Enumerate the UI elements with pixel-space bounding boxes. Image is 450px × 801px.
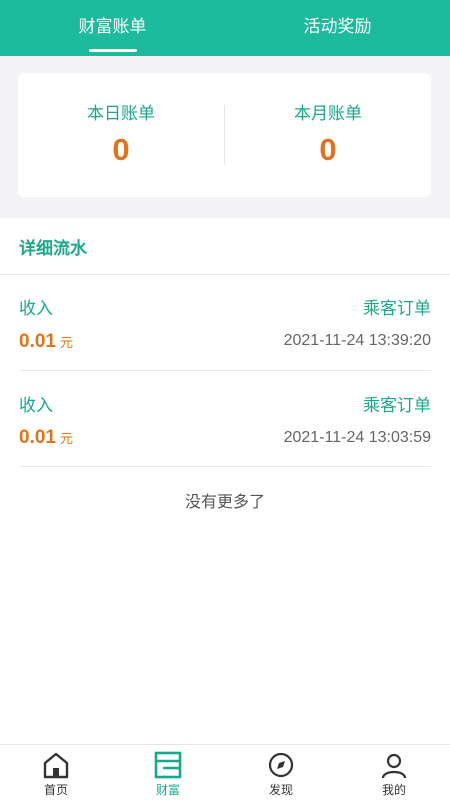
home-icon bbox=[43, 752, 69, 779]
monthly-bill-label: 本月账单 bbox=[294, 104, 362, 124]
compass-icon bbox=[268, 752, 294, 778]
record-amount-value: 0.01 bbox=[19, 427, 56, 448]
daily-bill-value: 0 bbox=[112, 132, 130, 167]
record-amount: 0.01 元 bbox=[19, 427, 73, 449]
monthly-bill-summary[interactable]: 本月账单 0 bbox=[225, 73, 431, 168]
tab-wealth-bill[interactable]: 财富账单 bbox=[0, 0, 225, 56]
record-type: 收入 bbox=[19, 299, 53, 319]
summary-area: 本日账单 0 本月账单 0 bbox=[0, 56, 450, 218]
nav-item-home[interactable]: 首页 bbox=[0, 745, 112, 801]
user-icon bbox=[381, 753, 407, 779]
nav-label-wealth: 财富 bbox=[155, 783, 180, 797]
bottom-nav: 首页 财富 发现 我的 bbox=[0, 744, 450, 801]
tab-activity-reward[interactable]: 活动奖励 bbox=[225, 0, 450, 56]
nav-item-mine[interactable]: 我的 bbox=[338, 745, 450, 801]
record-amount-unit: 元 bbox=[59, 335, 73, 350]
record-time: 2021-11-24 13:03:59 bbox=[283, 429, 431, 446]
record-amount-unit: 元 bbox=[59, 431, 73, 446]
nav-item-wealth[interactable]: 财富 bbox=[112, 745, 224, 801]
top-tab-bar: 财富账单 活动奖励 bbox=[0, 0, 450, 56]
daily-bill-summary[interactable]: 本日账单 0 bbox=[18, 73, 224, 168]
nav-label-discover: 发现 bbox=[268, 783, 293, 797]
wallet-icon bbox=[154, 751, 182, 779]
row-divider bbox=[19, 466, 431, 467]
monthly-bill-value: 0 bbox=[319, 132, 337, 167]
record-type: 收入 bbox=[19, 396, 53, 416]
row-divider bbox=[19, 370, 431, 371]
record-time: 2021-11-24 13:39:20 bbox=[283, 332, 431, 349]
active-tab-indicator bbox=[89, 49, 137, 52]
section-divider bbox=[0, 274, 450, 275]
no-more-text: 没有更多了 bbox=[184, 492, 265, 511]
summary-card: 本日账单 0 本月账单 0 bbox=[18, 73, 431, 197]
record-source: 乘客订单 bbox=[363, 396, 431, 416]
record-amount: 0.01 元 bbox=[19, 331, 73, 353]
nav-item-discover[interactable]: 发现 bbox=[225, 745, 337, 801]
record-amount-value: 0.01 bbox=[19, 331, 56, 352]
record-source: 乘客订单 bbox=[363, 299, 431, 319]
detail-section-title: 详细流水 bbox=[19, 239, 87, 259]
daily-bill-label: 本日账单 bbox=[87, 104, 155, 124]
nav-label-mine: 我的 bbox=[381, 783, 406, 797]
nav-label-home: 首页 bbox=[43, 783, 68, 797]
